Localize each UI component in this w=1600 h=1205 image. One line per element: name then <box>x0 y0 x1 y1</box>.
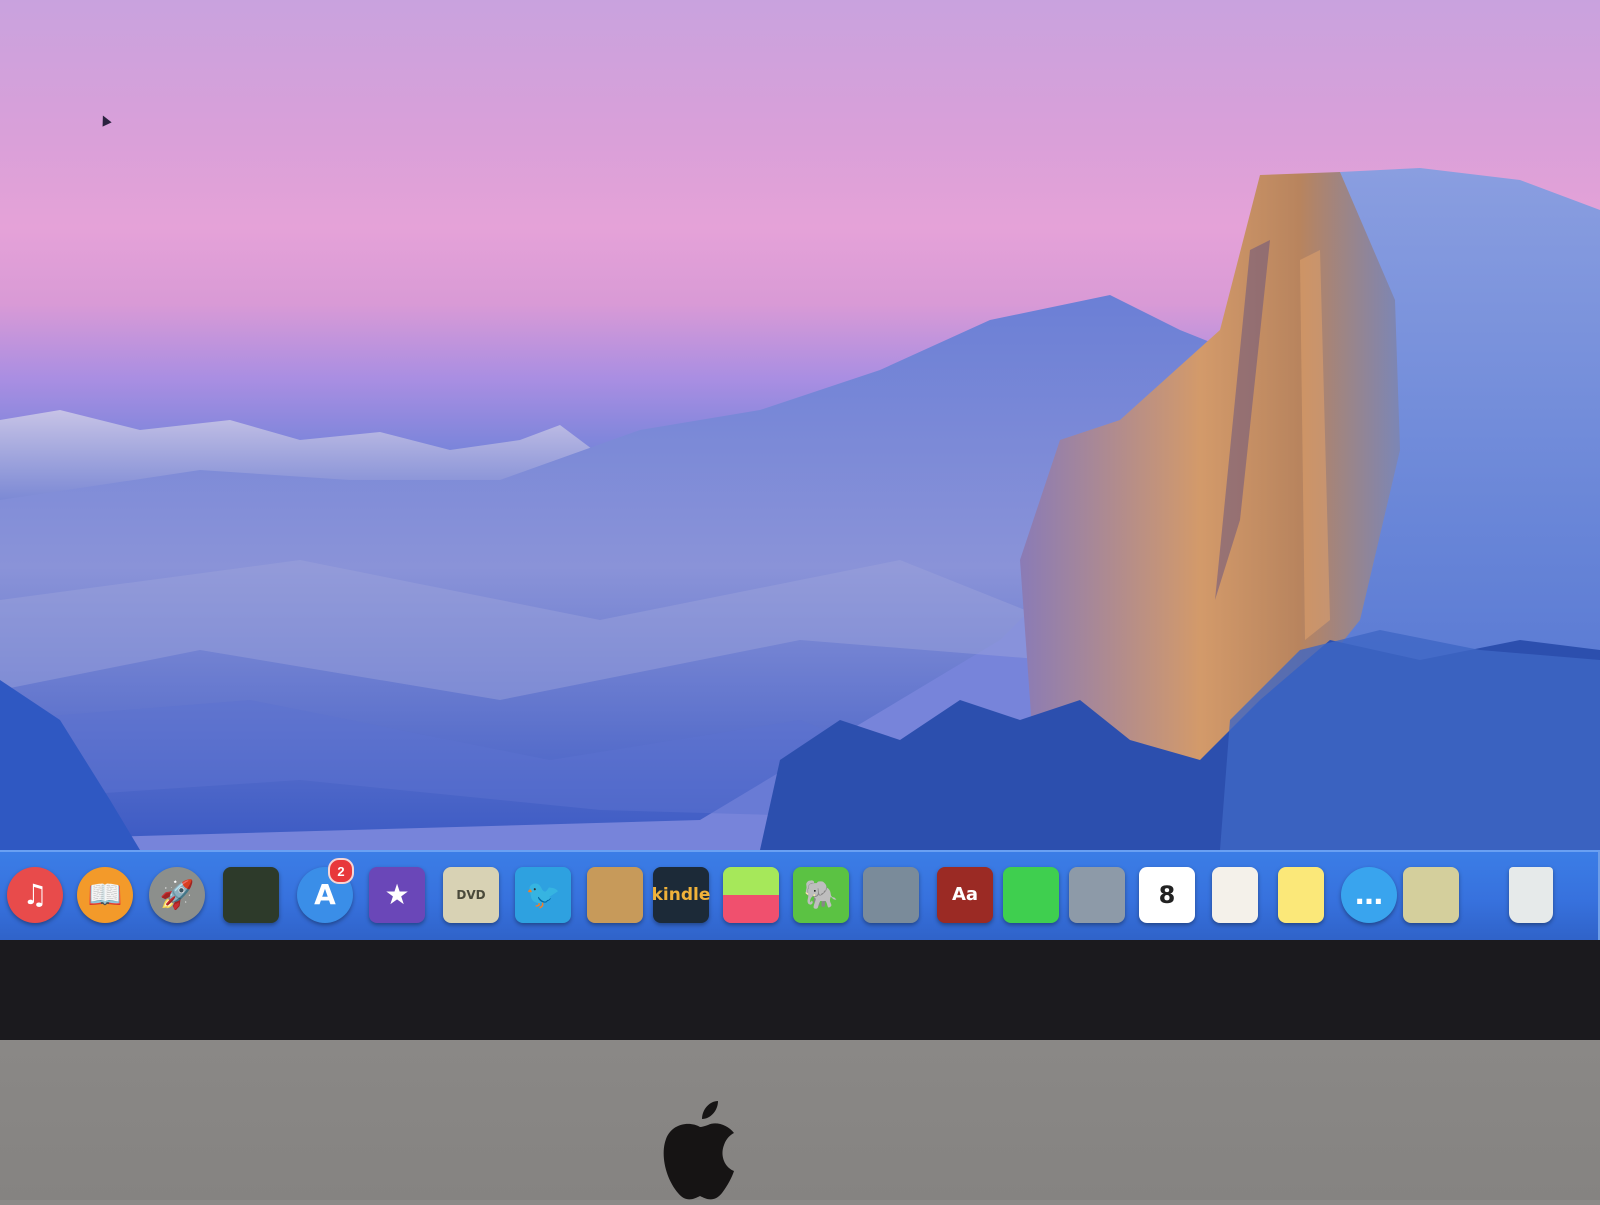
dictionary-icon: Aa <box>937 867 993 923</box>
star-icon: ★ <box>369 867 425 923</box>
wallpaper <box>0 168 1600 850</box>
windows-icon <box>223 867 279 923</box>
bird-icon: 🐦 <box>515 867 571 923</box>
camera-icon <box>863 867 919 923</box>
apple-logo-icon <box>663 1101 734 1200</box>
dock-item-app-store[interactable]: A2 <box>294 858 356 926</box>
dock-item-facetime[interactable] <box>1000 864 1062 926</box>
dock-item-messages[interactable]: … <box>1338 864 1400 926</box>
dock-item-mission-control[interactable] <box>220 864 282 926</box>
imovie-glyph: ★ <box>384 878 410 911</box>
music-note-icon: ♫ <box>7 867 63 923</box>
evernote-glyph: 🐘 <box>803 878 839 911</box>
launchpad-glyph: 🚀 <box>159 878 195 911</box>
dock-item-twitter[interactable]: 🐦 <box>512 864 574 926</box>
calendar-glyph: 8 <box>1158 881 1176 909</box>
sticky-note-icon <box>1278 867 1324 923</box>
dock-item-notes-split[interactable] <box>720 864 782 926</box>
disc-icon: DVD <box>443 867 499 923</box>
ibooks-glyph: 📖 <box>87 878 123 911</box>
kindle-icon: kindle <box>651 867 711 923</box>
dock-item-preview[interactable] <box>1066 864 1128 926</box>
notification-badge: 2 <box>328 858 354 884</box>
dock-item-reminders[interactable] <box>1204 864 1266 926</box>
dock-item-contacts[interactable] <box>584 864 646 926</box>
dock: ♫ 📖 🚀 A 2 ★ DVD 🐦 kindle 🐘 Aa 8 … <box>0 850 1600 942</box>
monitor-bezel <box>0 940 1600 1040</box>
messages-glyph: … <box>1355 878 1383 911</box>
dock-item-imovie[interactable]: ★ <box>366 864 428 926</box>
dock-item-itunes[interactable]: ♫ <box>4 864 66 926</box>
monitor-chin <box>0 1040 1600 1200</box>
folder-stack-icon <box>1403 867 1459 923</box>
dock-item-evernote[interactable]: 🐘 <box>790 864 852 926</box>
app-store-glyph: A <box>314 878 336 911</box>
dock-item-trash[interactable] <box>1500 864 1562 926</box>
photos-icon <box>1069 867 1125 923</box>
desktop-screen: ♫ 📖 🚀 A 2 ★ DVD 🐦 kindle 🐘 Aa 8 … <box>0 0 1600 948</box>
rocket-icon: 🚀 <box>149 867 205 923</box>
split-note-icon <box>723 867 779 923</box>
calendar-icon: 8 <box>1139 867 1195 923</box>
book-icon: 📖 <box>77 867 133 923</box>
dvd-player-glyph: DVD <box>456 888 486 902</box>
dock-item-dvd-player[interactable]: DVD <box>440 864 502 926</box>
itunes-glyph: ♫ <box>22 878 48 911</box>
video-camera-icon <box>1003 867 1059 923</box>
twitter-glyph: 🐦 <box>525 878 561 911</box>
checklist-icon <box>1212 867 1258 923</box>
elephant-icon: 🐘 <box>793 867 849 923</box>
dock-item-photo-booth[interactable] <box>860 864 922 926</box>
dock-item-stickies[interactable] <box>1270 864 1332 926</box>
dock-item-calendar[interactable]: 8 <box>1136 864 1198 926</box>
contacts-book-icon <box>587 867 643 923</box>
dock-item-downloads[interactable] <box>1400 864 1462 926</box>
kindle-glyph: kindle <box>651 884 711 905</box>
speech-bubble-icon: … <box>1341 867 1397 923</box>
dock-item-dictionary[interactable]: Aa <box>934 864 996 926</box>
trash-icon <box>1509 867 1553 923</box>
dictionary-glyph: Aa <box>951 884 979 905</box>
dock-item-launchpad[interactable]: 🚀 <box>146 864 208 926</box>
dock-item-ibooks[interactable]: 📖 <box>74 864 136 926</box>
dock-item-kindle[interactable]: kindle <box>650 864 712 926</box>
